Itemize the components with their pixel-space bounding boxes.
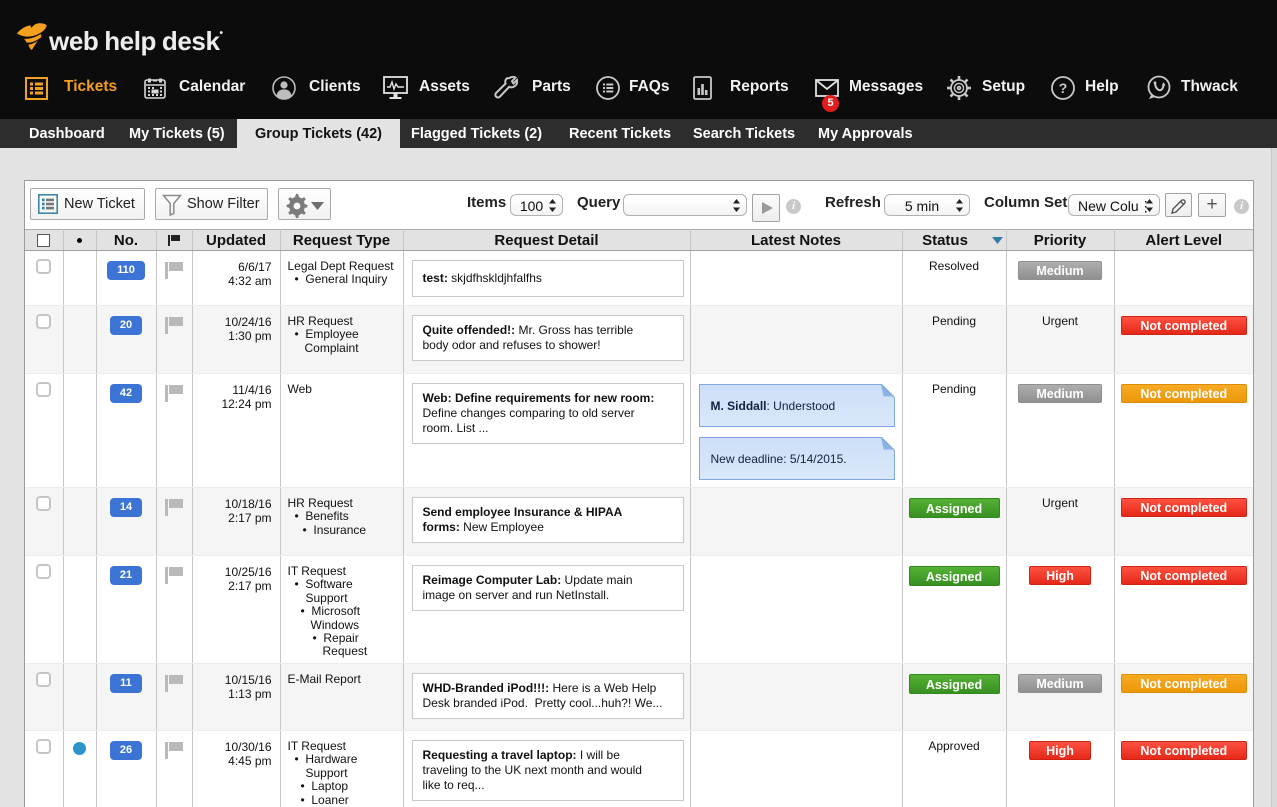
svg-text:?: ?	[1059, 80, 1068, 96]
